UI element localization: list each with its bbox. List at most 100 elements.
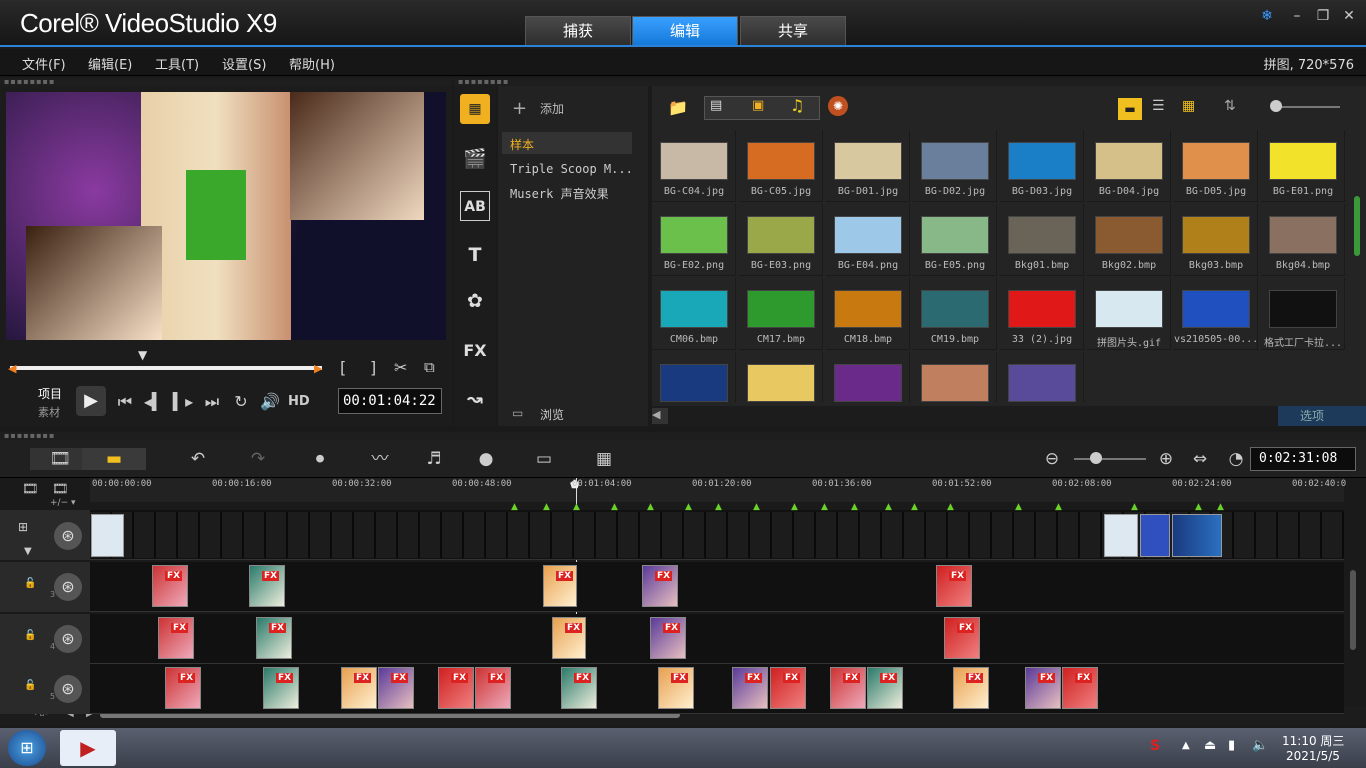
library-thumb[interactable] [739,352,823,402]
library-thumb[interactable]: BG-D03.jpg [1000,130,1084,202]
add-folder-label[interactable]: 添加 [540,100,564,117]
overlay-clip[interactable]: FX [1025,667,1061,709]
minimize-icon[interactable]: – [1286,8,1308,24]
filter-icon[interactable]: FX [460,336,490,366]
scrub-handle-icon[interactable]: ▼ [138,348,147,362]
restore-icon[interactable]: ❐ [1312,8,1334,24]
chapter-marker-icon[interactable]: ▲ [947,502,954,512]
record-capture-icon[interactable]: ⏺ [306,448,334,470]
sort-icon[interactable]: ⇅ [1224,98,1236,114]
chapter-marker-icon[interactable]: ▲ [851,502,858,512]
chapter-marker-icon[interactable]: ▲ [573,502,580,512]
library-thumb[interactable]: 格式工厂卡拉... [1261,278,1345,350]
mark-in-icon[interactable]: ◀ [8,362,16,375]
sogou-icon[interactable]: S [1150,738,1160,754]
folder-icon[interactable]: 📁 [668,98,688,117]
path-icon[interactable]: ↝ [460,384,490,414]
overlay-clip[interactable]: FX [867,667,903,709]
overlay-clip[interactable]: FX [256,617,292,659]
menu-file[interactable]: 文件(F) [22,54,66,73]
zoom-slider[interactable] [1074,458,1146,460]
library-thumb[interactable] [652,352,736,402]
video-clip-end-3[interactable] [1172,514,1222,557]
bracket-out-icon[interactable]: ] [370,358,376,377]
overlay-clip[interactable]: FX [953,667,989,709]
motion-tracking-icon[interactable]: ● [472,448,500,470]
photo-filter-icon[interactable]: ▣ [752,98,764,113]
home-icon[interactable]: ⏮ [114,392,136,412]
chapter-marker-icon[interactable]: ▲ [715,502,722,512]
overlay-clip[interactable]: FX [249,565,285,607]
library-thumb[interactable]: CM17.bmp [739,278,823,350]
library-thumb[interactable] [913,352,997,402]
timeline-view-icon[interactable]: ▬ [82,448,146,470]
chapter-marker-icon[interactable]: ▲ [511,502,518,512]
library-thumb[interactable]: 拼图片头.gif [1087,278,1171,350]
browse-icon[interactable]: ▭ [512,406,523,420]
library-thumb[interactable]: BG-C05.jpg [739,130,823,202]
browse-label[interactable]: 浏览 [540,406,564,423]
library-thumb[interactable]: CM06.bmp [652,278,736,350]
mode-project[interactable]: 项目 [38,385,62,402]
library-thumb[interactable]: 33 (2).jpg [1000,278,1084,350]
chapter-marker-icon[interactable]: ▲ [543,502,550,512]
hd-button[interactable]: HD [288,394,310,409]
overlay-clip[interactable]: FX [341,667,377,709]
volume-icon[interactable]: 🔊 [259,392,281,411]
thumb-size-slider[interactable] [1272,106,1340,108]
overlay-clip[interactable]: FX [732,667,768,709]
overlay-clip[interactable]: FX [152,565,188,607]
subtitle-editor-icon[interactable]: ▭ [530,448,558,470]
videostudio-taskbar-icon[interactable]: ▶ [60,730,116,766]
library-thumb[interactable]: Bkg01.bmp [1000,204,1084,276]
chapter-marker-icon[interactable]: ▲ [791,502,798,512]
scrub-bar[interactable] [10,366,322,370]
tree-item-muserk[interactable]: Muserk 声音效果 [510,185,609,202]
fit-project-icon[interactable]: ⇔ [1186,448,1214,470]
overlay-clip[interactable]: FX [658,667,694,709]
overlay-clip[interactable]: FX [378,667,414,709]
close-icon[interactable]: ✕ [1338,8,1360,24]
library-thumb[interactable]: Bkg02.bmp [1087,204,1171,276]
overlay-clip[interactable]: FX [650,617,686,659]
clock-time[interactable]: 11:10 周三 [1282,732,1344,749]
graphic-icon[interactable]: ✿ [460,286,490,316]
library-thumb[interactable]: Bkg04.bmp [1261,204,1345,276]
redo-icon[interactable]: ↷ [244,448,272,470]
thumbnail-view-icon[interactable]: ▬ [1118,98,1142,120]
music-filter-icon[interactable]: ♫ [790,96,804,115]
repeat-icon[interactable]: ↻ [230,392,252,411]
sound-mixer-icon[interactable]: 〰 [366,448,394,470]
library-thumb[interactable]: BG-E01.png [1261,130,1345,202]
chapter-marker-icon[interactable]: ▲ [611,502,618,512]
library-thumb[interactable] [1000,352,1084,402]
preview-window[interactable] [6,92,446,340]
chapter-marker-icon[interactable]: ▲ [885,502,892,512]
zoom-out-icon[interactable]: ⊖ [1038,448,1066,470]
tree-item-triple-scoop[interactable]: Triple Scoop M... [510,162,633,176]
film-reel-icon[interactable]: ⊛ [54,625,82,653]
chapter-marker-icon[interactable]: ▲ [1217,502,1224,512]
overlay-clip[interactable]: FX [944,617,980,659]
overlay-clip[interactable]: FX [642,565,678,607]
chapter-marker-icon[interactable]: ▲ [1015,502,1022,512]
volume-tray-icon[interactable]: 🔈 [1252,738,1268,753]
video-track-icon[interactable]: ⊞ [18,520,28,534]
multi-camera-icon[interactable]: ▦ [590,448,618,470]
add-icon[interactable]: + [512,98,527,119]
expand-track-icon[interactable]: ▼ [24,546,32,557]
ripple-edit-icon[interactable]: +∕− ▾ [50,498,76,508]
snowflake-icon[interactable]: ❄ [1256,8,1278,24]
chapter-marker-icon[interactable]: ▲ [1055,502,1062,512]
overlay-clip[interactable]: FX [543,565,577,607]
chapter-marker-icon[interactable]: ▲ [685,502,692,512]
video-clip-end-2[interactable] [1140,514,1170,557]
options-button[interactable]: 选项 [1278,406,1366,426]
library-thumb[interactable]: vs210505-00... [1174,278,1258,350]
chapter-marker-icon[interactable]: ▲ [1195,502,1202,512]
track-lock-icon[interactable]: 🔓 [24,680,36,691]
play-icon[interactable]: ▶ [76,386,106,416]
tray-expand-icon[interactable]: ▲ [1182,740,1190,751]
collapse-left-icon[interactable]: ◀ [652,408,668,424]
library-thumb[interactable]: CM18.bmp [826,278,910,350]
